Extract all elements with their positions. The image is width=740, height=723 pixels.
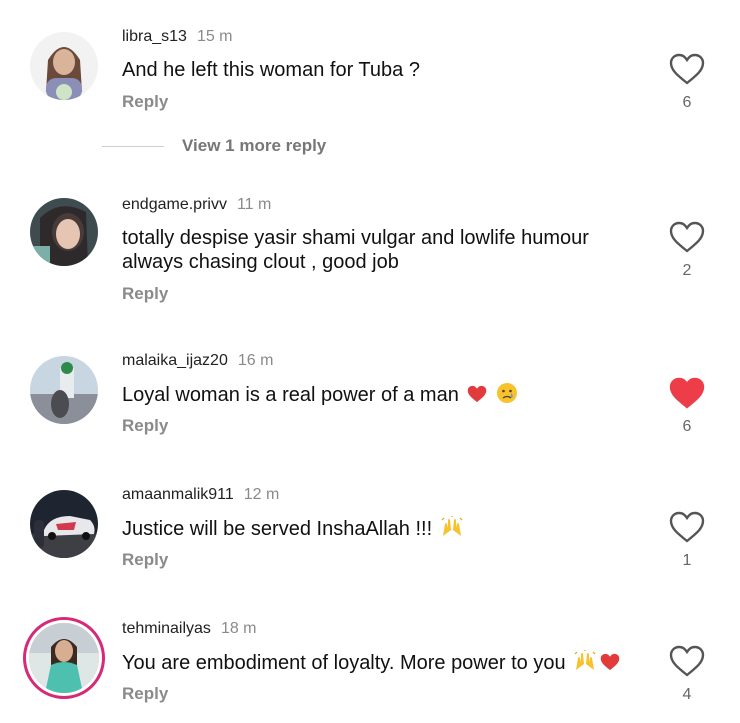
comment-text: Loyal woman is a real power of a man — [122, 382, 642, 410]
divider — [102, 146, 164, 147]
comment-text-body: You are embodiment of loyalty. More powe… — [122, 652, 566, 674]
avatar[interactable] — [30, 198, 98, 266]
comment-time: 12 m — [243, 486, 280, 503]
heart-icon[interactable] — [668, 510, 706, 544]
comment-time: 18 m — [220, 620, 257, 637]
reply-button[interactable]: Reply — [122, 416, 168, 436]
view-more-replies-button[interactable]: View 1 more reply — [182, 136, 326, 156]
red-heart-emoji-icon — [466, 384, 488, 410]
avatar[interactable] — [30, 490, 98, 558]
comment-text: You are embodiment of loyalty. More powe… — [122, 650, 642, 678]
comment-author[interactable]: libra_s13 15 m — [122, 28, 233, 46]
heart-icon[interactable] — [668, 644, 706, 678]
comment-author[interactable]: amaanmalik911 12 m — [122, 486, 279, 504]
comment-text-body: Justice will be served InshaAllah !!! — [122, 518, 433, 540]
comment-author[interactable]: tehminailyas 18 m — [122, 620, 257, 638]
like-count: 6 — [682, 94, 692, 111]
comment-text-body: Loyal woman is a real power of a man — [122, 384, 459, 406]
raising-hands-emoji-icon — [573, 650, 597, 678]
reply-button[interactable]: Reply — [122, 550, 168, 570]
reply-button[interactable]: Reply — [122, 92, 168, 112]
like-count: 6 — [682, 418, 692, 435]
avatar[interactable] — [30, 32, 98, 100]
like-count: 1 — [682, 552, 692, 569]
avatar-with-story-ring[interactable] — [29, 623, 99, 693]
comment-time: 15 m — [196, 28, 233, 45]
comment-text: Justice will be served InshaAllah !!! — [122, 516, 642, 544]
reply-button[interactable]: Reply — [122, 684, 168, 704]
comment-text: totally despise yasir shami vulgar and l… — [122, 227, 589, 273]
raising-hands-emoji-icon — [440, 516, 464, 544]
avatar[interactable] — [30, 356, 98, 424]
comment-time: 11 m — [236, 196, 272, 213]
like-count: 2 — [682, 262, 692, 279]
heart-filled-icon[interactable] — [668, 376, 706, 410]
comment-author[interactable]: endgame.privv 11 m — [122, 196, 271, 214]
red-heart-emoji-icon — [599, 652, 621, 678]
reply-button[interactable]: Reply — [122, 284, 168, 304]
comment-time: 16 m — [237, 352, 274, 369]
like-count: 4 — [682, 686, 692, 703]
comments-list: libra_s13 15 m And he left this woman for… — [0, 0, 740, 723]
crying-face-emoji-icon — [496, 382, 518, 410]
comment-author[interactable]: malaika_ijaz20 16 m — [122, 352, 273, 370]
comment-text: And he left this woman for Tuba ? — [122, 59, 420, 81]
heart-icon[interactable] — [668, 220, 706, 254]
heart-icon[interactable] — [668, 52, 706, 86]
